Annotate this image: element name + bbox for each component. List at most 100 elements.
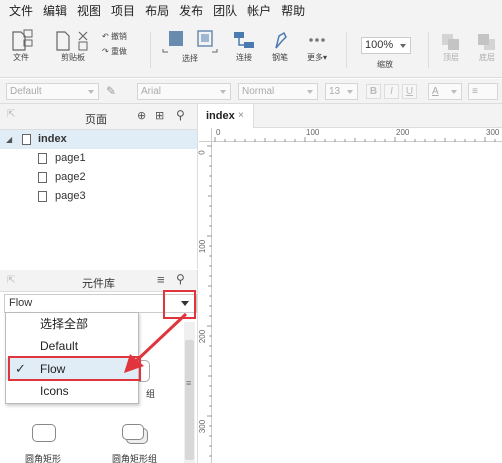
dropdown-option-icons[interactable]: Icons [6, 380, 138, 402]
undo-button[interactable]: ↶ 撤销 [102, 31, 127, 42]
list-button[interactable]: ≡ [468, 83, 498, 100]
clipboard-label: 剪贴板 [61, 53, 85, 62]
pen-icon [275, 31, 287, 49]
toolbar-divider [346, 32, 347, 68]
horizontal-ruler: 0 100 200 300 [212, 128, 502, 142]
weight-value: Normal [242, 86, 275, 97]
option-label: 选择全部 [40, 317, 89, 331]
more-button[interactable]: 更多▾ [300, 28, 334, 63]
top-label: 顶层 [443, 53, 459, 62]
dropdown-option-default[interactable]: Default [6, 335, 138, 357]
select-icon [162, 30, 218, 53]
redo-icon: ↷ [102, 47, 109, 56]
rounded-rect-label: 圆角矩形 [25, 454, 62, 463]
page-row[interactable]: page3 [0, 187, 197, 206]
clipboard-button[interactable]: 剪贴板 [52, 28, 94, 63]
select-label: 选择 [182, 54, 198, 63]
page-row-index[interactable]: ◢ index [0, 130, 197, 149]
bring-to-top-button[interactable]: 顶层 [436, 28, 466, 63]
page-label: index [38, 133, 67, 145]
rounded-rect-group-shape[interactable] [122, 424, 148, 444]
font-color-select[interactable]: A [428, 83, 462, 100]
menu-help[interactable]: 帮助 [276, 0, 310, 22]
chevron-down-icon [347, 90, 353, 94]
rounded-rect-group-front [122, 424, 144, 440]
rounded-rect-group-label: 圆角矩形组 [112, 454, 158, 463]
zoom-select[interactable]: 100% [361, 37, 411, 54]
library-panel-header: ⇱ 元件库 ≡ ⚲ [0, 270, 197, 292]
menu-account[interactable]: 帐户 [242, 0, 276, 22]
add-folder-icon[interactable]: ⊞ [155, 109, 164, 122]
menu-publish[interactable]: 发布 [174, 0, 208, 22]
chevron-down-icon [220, 90, 226, 94]
ruler-label: 300 [198, 419, 208, 434]
search-icon[interactable]: ⚲ [176, 108, 185, 122]
undo-icon: ↶ [102, 32, 109, 41]
collapse-icon[interactable]: ⇱ [7, 275, 15, 286]
bottom-label: 底层 [479, 53, 495, 62]
zoom-label: 缩放 [377, 60, 393, 69]
zoom-value: 100% [365, 39, 394, 51]
library-panel-title: 元件库 [82, 278, 115, 290]
collapse-icon[interactable]: ⇱ [7, 109, 15, 120]
page-icon [38, 153, 47, 164]
underline-button[interactable]: U [402, 84, 417, 99]
redo-button[interactable]: ↷ 重做 [102, 46, 127, 57]
style-edit-icon[interactable]: ✎ [106, 84, 116, 98]
connect-label: 连接 [236, 53, 252, 62]
file-button[interactable]: 文件 [6, 28, 36, 63]
chevron-down-icon [307, 90, 313, 94]
annotation-arrow [124, 312, 188, 373]
menu-project[interactable]: 项目 [106, 0, 140, 22]
font-size-value: 13 [329, 86, 341, 97]
bold-button[interactable]: B [366, 84, 381, 99]
bring-to-top-icon [442, 34, 459, 50]
page-label: page1 [55, 152, 86, 164]
ruler-corner [199, 128, 212, 142]
page-icon [22, 134, 31, 145]
font-color-icon: A [432, 86, 439, 97]
ruler-label: 300 [486, 128, 500, 137]
pen-button[interactable]: 钢笔 [266, 28, 294, 63]
file-label: 文件 [13, 53, 29, 62]
design-canvas[interactable] [213, 143, 502, 463]
page-label: page2 [55, 171, 86, 183]
search-icon[interactable]: ⚲ [176, 272, 185, 286]
select-button[interactable]: 选择 [162, 27, 218, 64]
weight-select[interactable]: Normal [238, 83, 318, 100]
font-size-select[interactable]: 13 [325, 83, 358, 100]
option-label: Icons [40, 384, 69, 398]
chevron-down-icon[interactable] [181, 301, 189, 306]
chevron-down-icon [400, 44, 406, 48]
dropdown-option-select-all[interactable]: 选择全部 [6, 313, 138, 335]
vertical-ruler: 0 100 200 300 [198, 142, 212, 463]
menu-edit[interactable]: 编辑 [38, 0, 72, 22]
connect-button[interactable]: 连接 [230, 28, 258, 63]
style-value: Default [10, 86, 42, 97]
italic-button[interactable]: I [384, 84, 399, 99]
ruler-label: 200 [396, 128, 410, 137]
menu-view[interactable]: 视图 [72, 0, 106, 22]
style-select[interactable]: Default [6, 83, 99, 100]
pen-label: 钢笔 [272, 53, 288, 62]
expand-caret-icon[interactable]: ◢ [6, 130, 12, 149]
font-select[interactable]: Arial [137, 83, 231, 100]
toolbar-divider [150, 32, 151, 68]
menu-team[interactable]: 团队 [208, 0, 242, 22]
page-row[interactable]: page1 [0, 149, 197, 168]
ruler-label: 0 [216, 128, 221, 137]
send-to-bottom-button[interactable]: 底层 [472, 28, 502, 63]
rounded-rect-shape[interactable] [32, 424, 56, 442]
close-icon[interactable]: × [238, 104, 244, 128]
page-row[interactable]: page2 [0, 168, 197, 187]
page-label: page3 [55, 190, 86, 202]
tab-index[interactable]: index × [199, 104, 254, 128]
add-page-icon[interactable]: ⊕ [137, 109, 146, 122]
canvas-tab-bar: index × [199, 104, 502, 128]
menu-file[interactable]: 文件 [4, 0, 38, 22]
more-icon [309, 38, 325, 42]
menu-icon[interactable]: ≡ [157, 272, 165, 287]
file-icon [12, 29, 33, 51]
library-select-value: Flow [9, 297, 33, 309]
menu-layout[interactable]: 布局 [140, 0, 174, 22]
